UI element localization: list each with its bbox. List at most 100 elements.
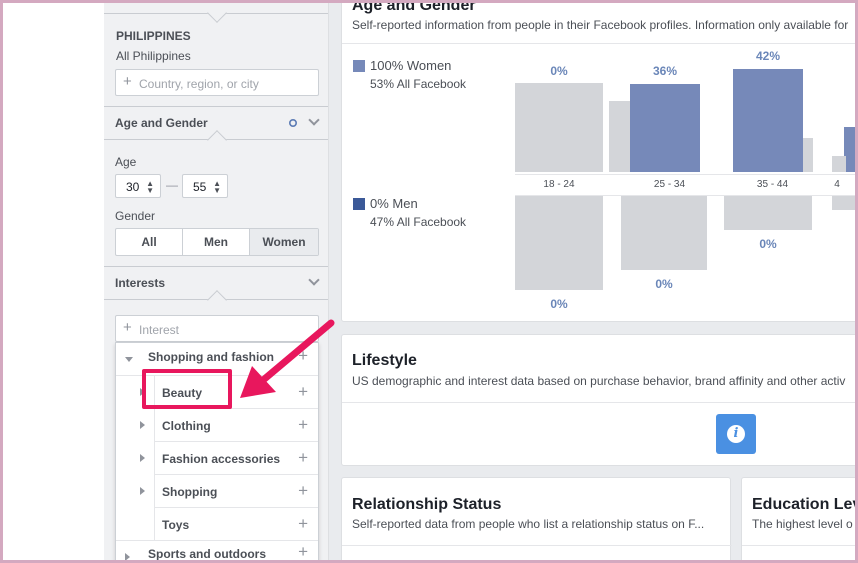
gender-segmented-control: All Men Women <box>115 228 319 256</box>
chevron-down-icon[interactable] <box>308 274 320 286</box>
women-bar <box>844 127 858 172</box>
info-button[interactable]: i <box>716 414 756 454</box>
location-country: PHILIPPINES <box>116 29 191 43</box>
dropdown-item-label: Sports and outdoors <box>148 547 266 561</box>
dropdown-item-fashion-accessories[interactable]: Fashion accessories + <box>116 442 318 475</box>
dropdown-item-sports-and-outdoors[interactable]: Sports and outdoors + <box>116 541 318 562</box>
card-subtitle: Self-reported information from people in… <box>352 18 849 32</box>
age-max-select[interactable]: 55 ▲ ▼ <box>182 174 228 198</box>
age-range-dash: — <box>166 178 178 192</box>
plus-icon[interactable]: + <box>298 415 308 435</box>
baseline-bar-men <box>621 196 707 270</box>
legend-women-all-facebook: 53% All Facebook <box>370 77 467 91</box>
location-placeholder: Country, region, or city <box>139 77 259 91</box>
sort-icon: ▲ ▼ <box>213 179 221 195</box>
divider <box>154 442 155 475</box>
interest-placeholder: Interest <box>139 323 180 337</box>
relationship-status-card: Relationship Status Self-reported data f… <box>341 477 732 563</box>
plus-icon: + <box>123 319 132 336</box>
card-title: Relationship Status <box>352 496 502 513</box>
women-pct-label: 36% <box>652 64 678 78</box>
card-title: Age and Gender <box>352 0 476 14</box>
age-group-label: 18 - 24 <box>543 179 575 190</box>
caret-right-icon[interactable] <box>140 487 145 495</box>
divider <box>342 402 858 403</box>
men-pct-label: 0% <box>759 237 777 251</box>
legend-men-label: 0% Men <box>370 196 418 211</box>
divider <box>342 545 732 546</box>
legend-men-all-facebook: 47% All Facebook <box>370 215 467 229</box>
dropdown-item-toys[interactable]: Toys + <box>116 508 318 541</box>
age-min-value: 30 <box>126 180 140 194</box>
chevron-down-icon[interactable] <box>308 114 320 126</box>
card-title: Lifestyle <box>352 352 417 369</box>
divider <box>154 409 155 442</box>
dropdown-item-label: Shopping <box>162 485 218 499</box>
gender-label: Gender <box>115 209 156 223</box>
caret-right-icon[interactable] <box>140 454 145 462</box>
dropdown-item-label: Clothing <box>162 419 211 433</box>
baseline-bar-women <box>803 138 813 172</box>
card-subtitle: US demographic and interest data based o… <box>352 374 846 388</box>
card-title: Education Lev <box>752 496 858 513</box>
sort-icon: ▲ ▼ <box>146 179 154 195</box>
plus-icon[interactable]: + <box>298 346 308 366</box>
divider <box>154 508 155 541</box>
men-pct-label: 0% <box>550 297 568 311</box>
card-subtitle: Self-reported data from people who list … <box>352 517 705 531</box>
section-notch <box>207 130 227 150</box>
plus-icon[interactable]: + <box>298 542 308 562</box>
divider <box>342 43 858 44</box>
age-min-select[interactable]: 30 ▲ ▼ <box>115 174 161 198</box>
dropdown-item-label: Fashion accessories <box>162 452 281 466</box>
divider <box>104 106 328 107</box>
interests-section-title[interactable]: Interests <box>115 276 165 290</box>
men-pct-label: 0% <box>655 277 673 291</box>
plus-icon[interactable]: + <box>298 448 308 468</box>
divider <box>154 475 155 508</box>
baseline-bar-men <box>832 196 858 210</box>
baseline-bar-men <box>724 196 812 230</box>
plus-icon[interactable]: + <box>298 481 308 501</box>
women-bar <box>630 84 700 172</box>
info-icon: i <box>727 425 745 443</box>
plus-icon: + <box>123 73 132 90</box>
age-group-label: 4 <box>834 179 840 190</box>
lifestyle-card: Lifestyle US demographic and interest da… <box>341 334 858 466</box>
caret-right-icon[interactable] <box>125 553 130 561</box>
women-bar <box>733 69 803 172</box>
card-subtitle: The highest level o <box>752 517 853 531</box>
section-notch <box>207 3 227 23</box>
baseline-bar-women <box>832 156 846 172</box>
age-group-label: 35 - 44 <box>756 179 789 190</box>
gender-women-button[interactable]: Women <box>250 229 318 255</box>
age-group-label: 25 - 34 <box>653 179 686 190</box>
location-scope: All Philippines <box>116 49 191 63</box>
divider <box>104 266 328 267</box>
legend-swatch-women <box>353 60 365 72</box>
caret-right-icon[interactable] <box>140 421 145 429</box>
plus-icon[interactable]: + <box>298 514 308 534</box>
dropdown-item-label: Shopping and fashion <box>148 350 274 364</box>
legend-swatch-men <box>353 198 365 210</box>
dropdown-item-shopping[interactable]: Shopping + <box>116 475 318 508</box>
divider <box>742 545 858 546</box>
age-gender-section-title[interactable]: Age and Gender <box>115 116 208 130</box>
interest-input[interactable]: + Interest <box>115 315 319 342</box>
section-notch <box>207 290 227 310</box>
age-label: Age <box>115 155 137 169</box>
left-margin <box>0 0 104 563</box>
women-pct-label: 42% <box>755 49 781 64</box>
caret-down-icon[interactable] <box>125 357 133 362</box>
education-level-card: Education Lev The highest level o <box>741 477 858 563</box>
women-pct-label: 0% <box>550 64 568 78</box>
highlight-box <box>142 369 232 409</box>
gear-icon[interactable] <box>288 118 298 128</box>
legend-women-label: 100% Women <box>370 58 452 73</box>
dropdown-item-clothing[interactable]: Clothing + <box>116 409 318 442</box>
gender-all-button[interactable]: All <box>116 229 183 255</box>
gender-men-button[interactable]: Men <box>183 229 250 255</box>
baseline-bar-men <box>515 196 603 290</box>
plus-icon[interactable]: + <box>298 382 308 402</box>
location-input[interactable]: + Country, region, or city <box>115 69 319 96</box>
